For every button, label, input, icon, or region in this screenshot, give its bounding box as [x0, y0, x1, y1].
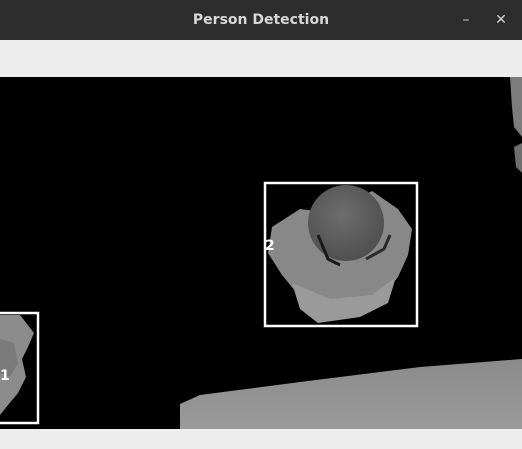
detection-label-1: 1: [0, 368, 10, 384]
detection-view: 1 2: [0, 77, 522, 429]
floor-surface: [180, 359, 522, 429]
title-bar[interactable]: Person Detection – ✕: [0, 0, 522, 40]
close-button[interactable]: ✕: [489, 8, 513, 32]
edge-object: [510, 77, 522, 137]
detection-label-2: 2: [265, 238, 275, 254]
status-bar: [0, 429, 522, 449]
person-2-head: [308, 185, 384, 261]
edge-object-lower: [514, 143, 522, 173]
minimize-button[interactable]: –: [454, 8, 478, 32]
window-title: Person Detection: [192, 12, 330, 28]
depth-image: [0, 77, 522, 429]
app-window: Person Detection – ✕ 1 2: [0, 0, 522, 449]
toolbar-area: [0, 40, 522, 77]
